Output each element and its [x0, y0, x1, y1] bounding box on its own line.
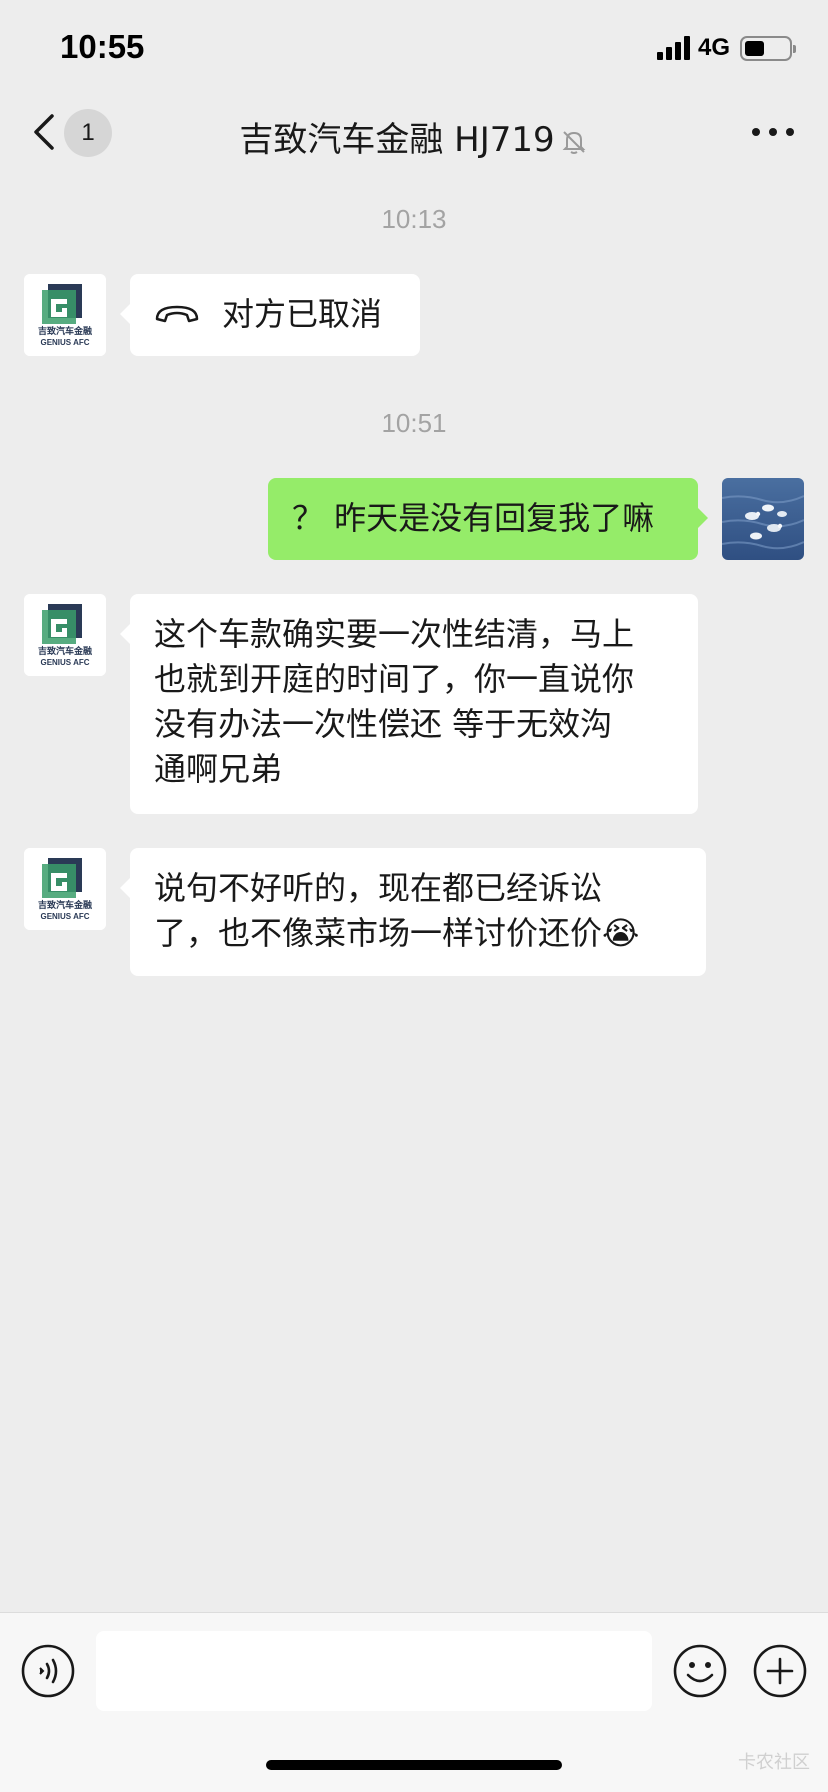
- signal-icon: [656, 36, 690, 60]
- contact-avatar[interactable]: 吉致汽车金融 GENIUS AFC: [24, 594, 106, 676]
- call-status-text: 对方已取消: [222, 295, 383, 333]
- status-time: 10:55: [60, 28, 145, 65]
- plus-icon: [753, 1644, 807, 1698]
- bell-off-icon: [562, 130, 586, 154]
- message-bubble-received[interactable]: 说句不好听的，现在都已经诉讼 了，也不像菜市场一样讨价还价😭: [120, 848, 706, 976]
- chat-header: 1 吉致汽车金融 HJ719: [0, 100, 828, 166]
- more-button[interactable]: [752, 122, 794, 142]
- my-avatar[interactable]: [722, 478, 804, 560]
- contact-avatar[interactable]: 吉致汽车金融 GENIUS AFC: [24, 274, 106, 356]
- battery-level: [745, 40, 764, 56]
- emoji-icon: [673, 1644, 727, 1698]
- message-line: 说句不好听的，现在都已经诉讼: [154, 869, 603, 907]
- avatar-brand-cn: 吉致汽车金融: [37, 647, 92, 657]
- more-icon-dot: [786, 128, 794, 136]
- home-indicator[interactable]: [266, 1760, 562, 1770]
- message-bubble-call[interactable]: 对方已取消: [120, 274, 420, 356]
- message-timestamp: 10:13: [381, 204, 447, 234]
- chat-title-wrap: 吉致汽车金融 HJ719: [0, 112, 828, 161]
- message-line: 这个车款确实要一次性结清，马上: [154, 615, 635, 653]
- message-line: 也就到开庭的时间了，你一直说你: [154, 660, 635, 698]
- voice-icon: [21, 1644, 75, 1698]
- watermark: 卡农社区: [738, 1752, 810, 1773]
- message-input[interactable]: [96, 1631, 652, 1711]
- avatar-brand-cn: 吉致汽车金融: [37, 327, 92, 337]
- message-line: 了，也不像菜市场一样讨价还价: [154, 914, 603, 952]
- seagulls-photo: [722, 478, 804, 560]
- more-icon: [752, 128, 760, 136]
- plus-button[interactable]: [752, 1643, 808, 1699]
- message-timestamp: 10:51: [381, 408, 447, 438]
- message-line: 没有办法一次性偿还 等于无效沟: [154, 705, 613, 743]
- message-bubble-received[interactable]: 这个车款确实要一次性结清，马上 也就到开庭的时间了，你一直说你 没有办法一次性偿…: [120, 594, 698, 814]
- voice-button[interactable]: [20, 1643, 76, 1699]
- emoji-button[interactable]: [672, 1643, 728, 1699]
- avatar-brand-en: GENIUS AFC: [40, 338, 90, 347]
- chat-title: 吉致汽车金融 HJ719: [239, 120, 555, 160]
- avatar-brand-en: GENIUS AFC: [40, 912, 90, 921]
- avatar-brand-cn: 吉致汽车金融: [37, 901, 92, 911]
- crying-laughing-emoji: 😭: [602, 914, 640, 952]
- more-icon-dot: [769, 128, 777, 136]
- message-line-wrap: 了，也不像菜市场一样讨价还价😭: [154, 911, 682, 956]
- phone-hangup-icon: [155, 305, 199, 323]
- battery-icon: [740, 35, 796, 61]
- avatar-brand-en: GENIUS AFC: [40, 658, 90, 667]
- message-line: 通啊兄弟: [154, 750, 283, 788]
- status-bar: 10:55 4G: [0, 0, 828, 100]
- network-label: 4G: [697, 34, 730, 61]
- status-indicators: 4G: [656, 34, 796, 62]
- message-bubble-sent[interactable]: ？ 昨天是没有回复我了嘛: [268, 478, 708, 560]
- contact-avatar[interactable]: 吉致汽车金融 GENIUS AFC: [24, 848, 106, 930]
- message-text: ？ 昨天是没有回复我了嘛: [292, 499, 655, 537]
